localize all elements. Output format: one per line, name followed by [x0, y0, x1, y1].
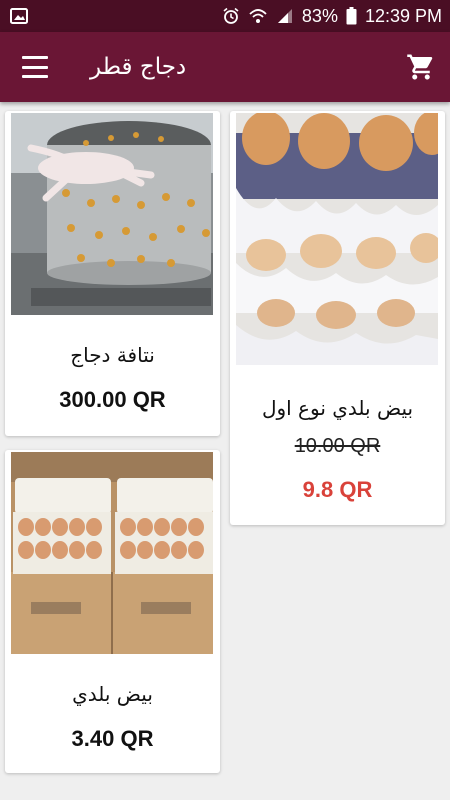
signal-icon [277, 9, 292, 23]
product-card-eggs-grade-one[interactable]: بيض بلدي نوع اول 10.00 QR 9.8 QR [230, 111, 445, 525]
app-bar: دجاج قطر [0, 32, 450, 102]
app-title: دجاج قطر [90, 54, 187, 80]
hamburger-menu-icon[interactable] [22, 56, 48, 78]
wifi-icon [249, 9, 267, 23]
product-image-egg-trays [236, 113, 438, 365]
clock: 12:39 PM [364, 5, 442, 26]
product-card-chicken-plucker[interactable]: نتافة دجاج 300.00 QR [5, 111, 220, 436]
product-image-chicken-plucker [11, 113, 213, 315]
product-image-boxed-egg-cartons [11, 452, 213, 654]
gallery-notification-icon [10, 8, 28, 24]
status-right-group: 83% 12:39 PM [222, 6, 442, 27]
alarm-icon [223, 7, 239, 24]
battery-percent: 83% [301, 5, 338, 26]
battery-icon [346, 7, 357, 25]
product-original-price: 10.00 QR [294, 435, 381, 457]
shopping-cart-icon[interactable] [406, 52, 436, 82]
product-name: بيض بلدي نوع اول [261, 396, 414, 420]
product-price: 300.00 QR [59, 387, 166, 412]
product-name: بيض بلدي [72, 682, 153, 706]
product-name: نتافة دجاج [70, 343, 155, 367]
product-price: 3.40 QR [71, 726, 154, 751]
product-card-local-eggs[interactable]: بيض بلدي 3.40 QR [5, 450, 220, 773]
status-bar: 83% 12:39 PM [0, 0, 450, 32]
product-sale-price: 9.8 QR [302, 477, 373, 502]
